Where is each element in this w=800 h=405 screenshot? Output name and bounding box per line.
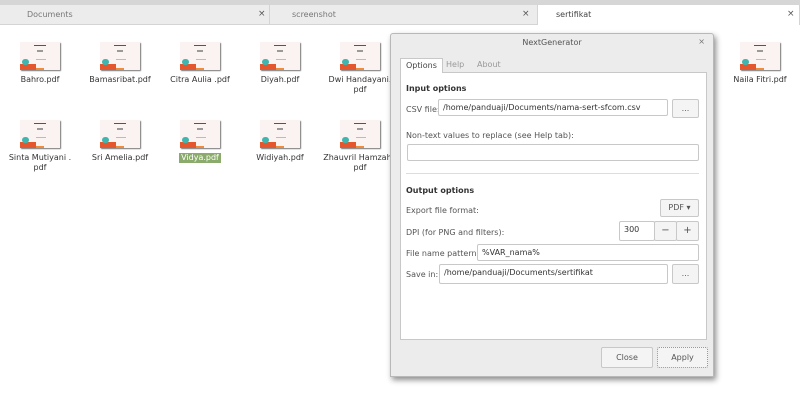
format-label: Export file format: [406,206,479,215]
nontext-label: Non-text values to replace (see Help tab… [406,131,574,140]
tab-help[interactable]: Help [441,58,469,72]
tab-label: sertifikat [556,10,592,19]
dialog-title: NextGenerator [522,38,582,47]
tab-screenshot[interactable]: screenshot × [270,5,538,25]
pdf-thumbnail-icon [260,42,300,70]
save-in-input[interactable]: /home/panduaji/Documents/sertifikat [439,264,668,284]
file-item[interactable]: Vidya.pdf [160,120,240,163]
file-name: Diyah.pdf [260,75,300,84]
pattern-label: File name pattern: [406,249,480,258]
pdf-thumbnail-icon [20,120,60,148]
pdf-thumbnail-icon [740,42,780,70]
csv-browse-button[interactable]: ... [672,99,699,118]
file-name-cont: pdf [33,163,47,172]
file-item[interactable]: Citra Aulia .pdf [160,42,240,85]
file-item[interactable]: Sinta Mutiyani . pdf [0,120,80,173]
file-name: Widiyah.pdf [256,153,304,162]
file-item[interactable]: Naila Fitri.pdf [720,42,800,85]
file-item[interactable]: Diyah.pdf [240,42,320,85]
file-item[interactable]: Dwi Handayani. pdf [320,42,400,95]
file-name: Bahro.pdf [20,75,60,84]
tab-options[interactable]: Options [400,58,443,73]
tab-documents[interactable]: Documents × [0,5,270,25]
input-options-heading: Input options [406,84,467,93]
output-options-heading: Output options [406,186,475,195]
dpi-input[interactable]: 300 [619,221,655,241]
apply-button[interactable]: Apply [657,347,708,368]
file-item[interactable]: Zhauvril Hamzah . pdf [320,120,400,173]
pdf-thumbnail-icon [100,120,140,148]
divider [406,173,699,174]
file-item[interactable]: Bahro.pdf [0,42,80,85]
format-dropdown[interactable]: PDF ▾ [660,199,699,217]
file-name: Dwi Handayani. [328,75,392,84]
file-name: Zhauvril Hamzah . [323,153,397,162]
file-item[interactable]: Bamasribat.pdf [80,42,160,85]
csv-file-input[interactable]: /home/panduaji/Documents/nama-sert-sfcom… [438,99,668,116]
tab-about[interactable]: About [472,58,506,72]
tab-label: Documents [27,10,73,19]
close-icon[interactable]: × [698,37,705,46]
file-name: Naila Fitri.pdf [733,75,787,84]
tab-sertifikat[interactable]: sertifikat × [538,5,800,25]
csv-label: CSV file: [406,105,440,114]
pdf-thumbnail-icon [20,42,60,70]
close-icon[interactable]: × [522,9,530,19]
pdf-thumbnail-icon [180,120,220,148]
dpi-increment-button[interactable]: + [676,221,699,241]
file-name: Citra Aulia .pdf [170,75,230,84]
nextgenerator-dialog: NextGenerator × Options Help About Input… [390,33,714,377]
file-name-pattern-input[interactable]: %VAR_nama% [477,244,699,261]
close-icon[interactable]: × [787,9,795,19]
pdf-thumbnail-icon [340,120,380,148]
save-in-label: Save in: [406,270,439,279]
file-name-cont: pdf [353,163,367,172]
file-name: Bamasribat.pdf [89,75,151,84]
dpi-decrement-button[interactable]: − [654,221,677,241]
pdf-thumbnail-icon [260,120,300,148]
file-name: Sri Amelia.pdf [91,153,149,162]
pdf-thumbnail-icon [180,42,220,70]
pdf-thumbnail-icon [340,42,380,70]
file-name: Sinta Mutiyani . [8,153,72,162]
nontext-input[interactable] [407,144,699,161]
tab-label: screenshot [292,10,336,19]
close-icon[interactable]: × [258,9,266,19]
file-name: Vidya.pdf [179,153,221,163]
dpi-label: DPI (for PNG and filters): [406,228,505,237]
close-button[interactable]: Close [601,347,653,368]
file-name-cont: pdf [353,85,367,94]
options-panel: Input options CSV file: /home/panduaji/D… [400,72,707,340]
file-item[interactable]: Sri Amelia.pdf [80,120,160,163]
save-in-browse-button[interactable]: ... [672,264,699,284]
pdf-thumbnail-icon [100,42,140,70]
file-item[interactable]: Widiyah.pdf [240,120,320,163]
